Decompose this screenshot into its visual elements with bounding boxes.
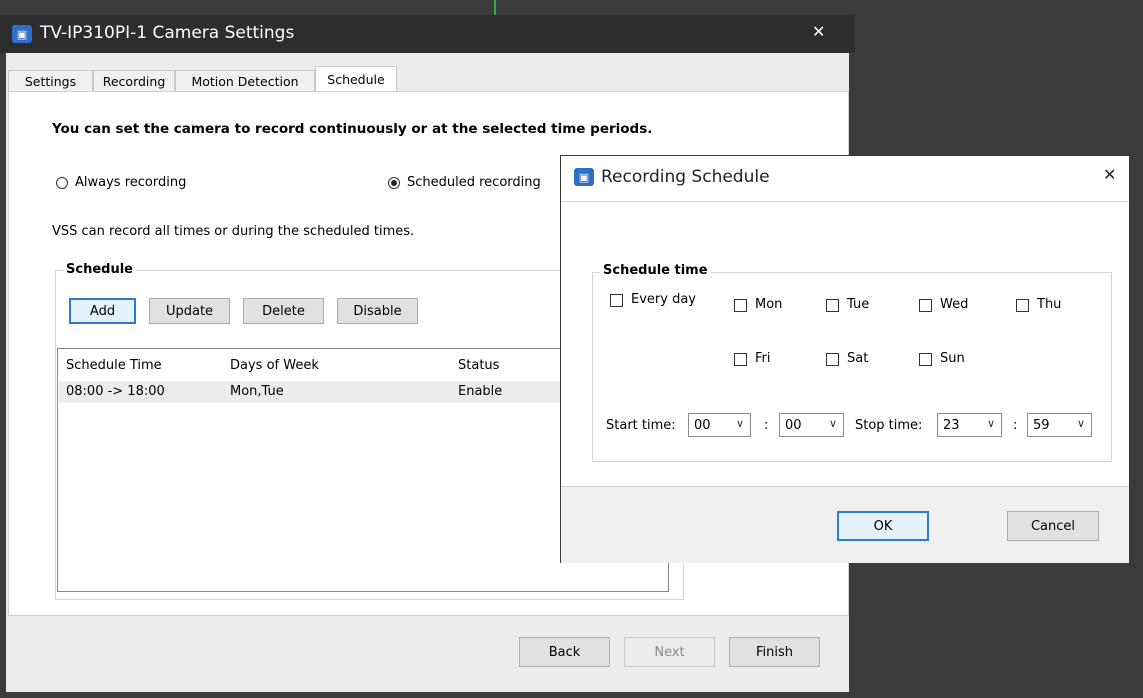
app-icon: ▣ (12, 25, 32, 43)
mon-label: Mon (755, 297, 783, 312)
stop-time-colon: : (1013, 418, 1018, 433)
start-time-label: Start time: (606, 418, 676, 433)
scheduled-recording-label: Scheduled recording (407, 175, 541, 190)
column-header-status[interactable]: Status (458, 358, 499, 373)
dialog-close-icon[interactable]: ✕ (1103, 165, 1116, 184)
window-title: TV-IP310PI-1 Camera Settings (40, 23, 295, 43)
schedule-time-title: Schedule time (600, 263, 711, 278)
chevron-down-icon: ∨ (986, 417, 995, 430)
next-button[interactable]: Next (624, 637, 715, 667)
mon-checkbox[interactable] (734, 299, 747, 312)
schedule-group-title: Schedule (63, 262, 136, 277)
finish-button[interactable]: Finish (729, 637, 820, 667)
always-recording-radio[interactable] (56, 177, 68, 189)
column-header-schedule-time[interactable]: Schedule Time (66, 358, 162, 373)
stop-hour-select[interactable]: 23 ∨ (937, 413, 1002, 437)
stop-time-label: Stop time: (855, 418, 923, 433)
window-border-bottom (0, 692, 855, 698)
sun-checkbox[interactable] (919, 353, 932, 366)
sat-checkbox[interactable] (826, 353, 839, 366)
recording-schedule-dialog: ▣ Recording Schedule ✕ Schedule time Eve… (560, 155, 1130, 563)
chevron-down-icon: ∨ (828, 417, 837, 430)
fri-label: Fri (755, 351, 771, 366)
tue-label: Tue (847, 297, 870, 312)
column-header-days-of-week[interactable]: Days of Week (230, 358, 319, 373)
stop-minute-select[interactable]: 59 ∨ (1027, 413, 1092, 437)
start-hour-value: 00 (694, 417, 711, 433)
window-titlebar: ▣ TV-IP310PI-1 Camera Settings ✕ (0, 15, 855, 53)
stop-minute-value: 59 (1033, 417, 1050, 433)
delete-button[interactable]: Delete (243, 298, 324, 324)
thu-checkbox[interactable] (1016, 299, 1029, 312)
dialog-title: Recording Schedule (601, 167, 770, 187)
scheduled-recording-radio[interactable] (388, 177, 400, 189)
ok-button[interactable]: OK (837, 511, 929, 541)
cancel-button[interactable]: Cancel (1007, 511, 1099, 541)
sat-label: Sat (847, 351, 869, 366)
panel-heading: You can set the camera to record continu… (52, 121, 653, 137)
update-button[interactable]: Update (149, 298, 230, 324)
description-text: VSS can record all times or during the s… (52, 224, 415, 239)
chevron-down-icon: ∨ (1076, 417, 1085, 430)
fri-checkbox[interactable] (734, 353, 747, 366)
desktop-accent-line (494, 0, 496, 15)
back-button[interactable]: Back (519, 637, 610, 667)
tab-schedule[interactable]: Schedule (315, 66, 397, 92)
row-schedule-time: 08:00 -> 18:00 (66, 384, 165, 399)
disable-button[interactable]: Disable (337, 298, 418, 324)
row-days-of-week: Mon,Tue (230, 384, 284, 399)
tab-recording[interactable]: Recording (93, 70, 175, 92)
window-border-left (0, 53, 6, 698)
close-icon[interactable]: ✕ (812, 22, 825, 41)
row-status: Enable (458, 384, 503, 399)
start-minute-select[interactable]: 00 ∨ (779, 413, 844, 437)
every-day-label: Every day (631, 292, 696, 307)
tab-motion-detection[interactable]: Motion Detection (175, 70, 315, 92)
always-recording-label: Always recording (75, 175, 187, 190)
every-day-checkbox[interactable] (610, 294, 623, 307)
tab-settings[interactable]: Settings (8, 70, 93, 92)
start-minute-value: 00 (785, 417, 802, 433)
wed-checkbox[interactable] (919, 299, 932, 312)
stop-hour-value: 23 (943, 417, 960, 433)
dialog-app-icon: ▣ (574, 168, 594, 186)
add-button[interactable]: Add (69, 298, 136, 324)
tue-checkbox[interactable] (826, 299, 839, 312)
sun-label: Sun (940, 351, 965, 366)
start-hour-select[interactable]: 00 ∨ (688, 413, 751, 437)
thu-label: Thu (1037, 297, 1062, 312)
start-time-colon: : (764, 418, 769, 433)
dialog-titlebar: ▣ Recording Schedule ✕ (561, 156, 1129, 202)
wed-label: Wed (940, 297, 969, 312)
wizard-footer (6, 618, 849, 692)
chevron-down-icon: ∨ (735, 417, 744, 430)
